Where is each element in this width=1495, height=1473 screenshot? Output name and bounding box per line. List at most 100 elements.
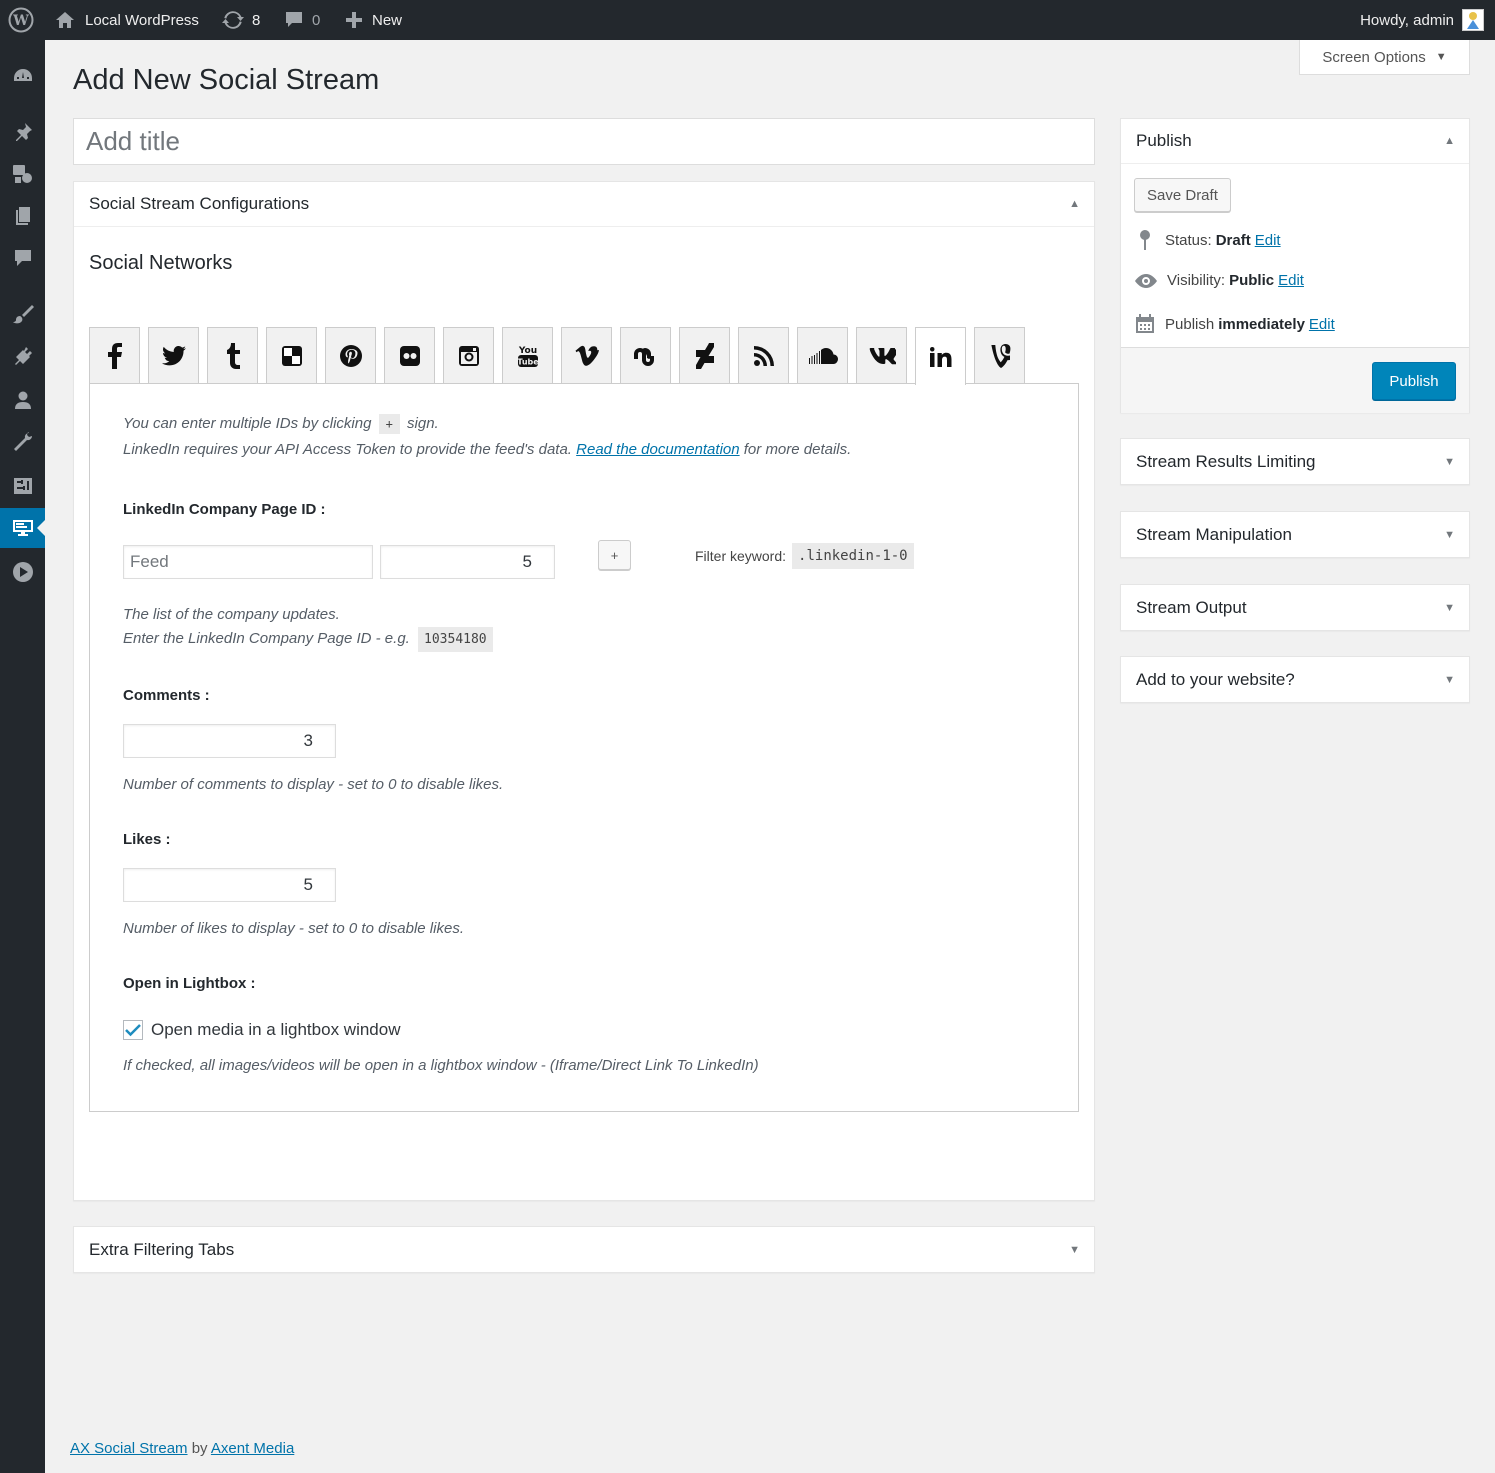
side-box-header[interactable]: Stream Output ▼ bbox=[1121, 585, 1469, 630]
documentation-link[interactable]: Read the documentation bbox=[576, 441, 739, 458]
filter-keyword-label: Filter keyword: bbox=[695, 548, 787, 564]
vimeo-tab[interactable] bbox=[561, 327, 612, 384]
twitter-tab[interactable] bbox=[148, 327, 199, 384]
menu-users[interactable] bbox=[0, 380, 45, 420]
visibility-value: Public bbox=[1229, 272, 1275, 289]
pin-icon bbox=[1140, 230, 1150, 250]
likes-input[interactable] bbox=[123, 868, 336, 902]
pinterest-icon bbox=[339, 345, 362, 367]
feed-id-input[interactable] bbox=[123, 545, 373, 579]
soundcloud-tab[interactable] bbox=[797, 327, 848, 384]
triangle-up-icon[interactable]: ▲ bbox=[1069, 198, 1080, 210]
lightbox-checkbox-label[interactable]: Open media in a lightbox window bbox=[151, 1020, 400, 1040]
intro-text: You can enter multiple IDs by clicking bbox=[123, 415, 372, 432]
updates-icon bbox=[222, 11, 244, 29]
delicious-tab[interactable] bbox=[266, 327, 317, 384]
triangle-down-icon[interactable]: ▼ bbox=[1444, 602, 1455, 614]
vimeo-icon bbox=[575, 345, 599, 366]
brush-icon bbox=[12, 305, 34, 324]
screen-options-label: Screen Options bbox=[1322, 48, 1426, 66]
filter-keyword-value: .linkedin-1-0 bbox=[792, 543, 914, 569]
facebook-tab[interactable] bbox=[89, 327, 140, 384]
triangle-down-icon[interactable]: ▼ bbox=[1444, 456, 1455, 468]
comments-label: Comments : bbox=[123, 687, 210, 704]
screen-options-button[interactable]: Screen Options ▼ bbox=[1299, 40, 1470, 75]
comments-link[interactable]: 0 bbox=[284, 0, 320, 40]
linkedin-tab[interactable] bbox=[915, 327, 966, 385]
edit-publish-time-link[interactable]: Edit bbox=[1309, 316, 1335, 333]
menu-media[interactable] bbox=[0, 154, 45, 194]
status-value: Draft bbox=[1215, 231, 1251, 249]
updates-link[interactable]: 8 bbox=[222, 0, 260, 40]
footer: AX Social Stream by Axent Media bbox=[70, 1440, 294, 1457]
instagram-tab[interactable] bbox=[443, 327, 494, 384]
wordpress-logo-icon[interactable]: W bbox=[8, 0, 34, 40]
add-id-button[interactable]: + bbox=[598, 540, 631, 570]
facebook-icon bbox=[107, 343, 122, 369]
publish-time-value: immediately bbox=[1218, 315, 1305, 333]
site-name-link[interactable]: Local WordPress bbox=[55, 0, 199, 40]
instagram-icon bbox=[458, 346, 479, 366]
menu-video[interactable] bbox=[0, 552, 45, 592]
triangle-down-icon[interactable]: ▼ bbox=[1444, 674, 1455, 686]
menu-tools[interactable] bbox=[0, 422, 45, 462]
triangle-down-icon[interactable]: ▼ bbox=[1444, 529, 1455, 541]
author-link[interactable]: Axent Media bbox=[211, 1440, 294, 1457]
side-box-header[interactable]: Stream Manipulation ▼ bbox=[1121, 512, 1469, 557]
rss-tab[interactable] bbox=[738, 327, 789, 384]
rss-icon bbox=[753, 346, 774, 366]
feed-count-input[interactable] bbox=[380, 545, 555, 579]
menu-settings[interactable] bbox=[0, 466, 45, 506]
stream-output-box: Stream Output ▼ bbox=[1120, 584, 1470, 631]
menu-posts[interactable] bbox=[0, 112, 45, 152]
extra-box-header[interactable]: Extra Filtering Tabs ▼ bbox=[74, 1227, 1094, 1272]
site-name: Local WordPress bbox=[85, 11, 199, 29]
monitor-icon bbox=[12, 520, 33, 536]
stumbleupon-tab[interactable] bbox=[620, 327, 671, 384]
company-example-code: 10354180 bbox=[418, 627, 493, 652]
stream-results-limiting-box: Stream Results Limiting ▼ bbox=[1120, 438, 1470, 485]
youtube-tab[interactable]: You Tube bbox=[502, 327, 553, 384]
vine-tab[interactable] bbox=[974, 327, 1025, 384]
deviantart-tab[interactable] bbox=[679, 327, 730, 384]
home-icon bbox=[56, 12, 74, 28]
page-title: Add New Social Stream bbox=[73, 64, 380, 96]
plugin-link[interactable]: AX Social Stream bbox=[70, 1440, 188, 1457]
intro-text-2: LinkedIn requires your API Access Token … bbox=[123, 441, 572, 458]
stumbleupon-icon bbox=[633, 348, 654, 366]
side-box-header[interactable]: Stream Results Limiting ▼ bbox=[1121, 439, 1469, 484]
flickr-tab[interactable] bbox=[384, 327, 435, 384]
publish-box-header[interactable]: Publish ▲ bbox=[1121, 119, 1469, 164]
triangle-down-icon[interactable]: ▼ bbox=[1069, 1244, 1080, 1256]
avatar bbox=[1462, 9, 1484, 31]
company-page-id-label: LinkedIn Company Page ID : bbox=[123, 501, 326, 518]
visibility-label: Visibility: bbox=[1167, 272, 1226, 289]
triangle-down-icon: ▼ bbox=[1435, 51, 1447, 63]
footer-by: by bbox=[191, 1440, 208, 1457]
menu-pages[interactable] bbox=[0, 196, 45, 236]
menu-comments[interactable] bbox=[0, 238, 45, 278]
svg-text:You: You bbox=[517, 346, 536, 356]
menu-appearance[interactable] bbox=[0, 294, 45, 334]
menu-social-stream[interactable] bbox=[0, 508, 45, 548]
publish-button[interactable]: Publish bbox=[1372, 362, 1456, 400]
edit-visibility-link[interactable]: Edit bbox=[1278, 272, 1304, 289]
triangle-up-icon[interactable]: ▲ bbox=[1444, 135, 1455, 147]
new-label: New bbox=[372, 11, 403, 29]
pinterest-tab[interactable] bbox=[325, 327, 376, 384]
my-account-link[interactable]: Howdy, admin bbox=[1360, 0, 1484, 40]
tumblr-tab[interactable] bbox=[207, 327, 258, 384]
comments-input[interactable] bbox=[123, 724, 336, 758]
menu-dashboard[interactable] bbox=[0, 56, 45, 96]
lightbox-checkbox[interactable] bbox=[123, 1020, 143, 1040]
save-draft-button[interactable]: Save Draft bbox=[1134, 178, 1231, 212]
vk-tab[interactable] bbox=[856, 327, 907, 384]
new-content-link[interactable]: New bbox=[344, 0, 402, 40]
edit-status-link[interactable]: Edit bbox=[1255, 232, 1281, 249]
menu-plugins[interactable] bbox=[0, 336, 45, 376]
config-box-header[interactable]: Social Stream Configurations ▲ bbox=[74, 182, 1094, 227]
title-input[interactable] bbox=[73, 118, 1095, 165]
side-box-header[interactable]: Add to your website? ▼ bbox=[1121, 657, 1469, 702]
admin-menu bbox=[0, 40, 45, 1473]
intro-line-1: You can enter multiple IDs by clicking +… bbox=[123, 414, 439, 434]
